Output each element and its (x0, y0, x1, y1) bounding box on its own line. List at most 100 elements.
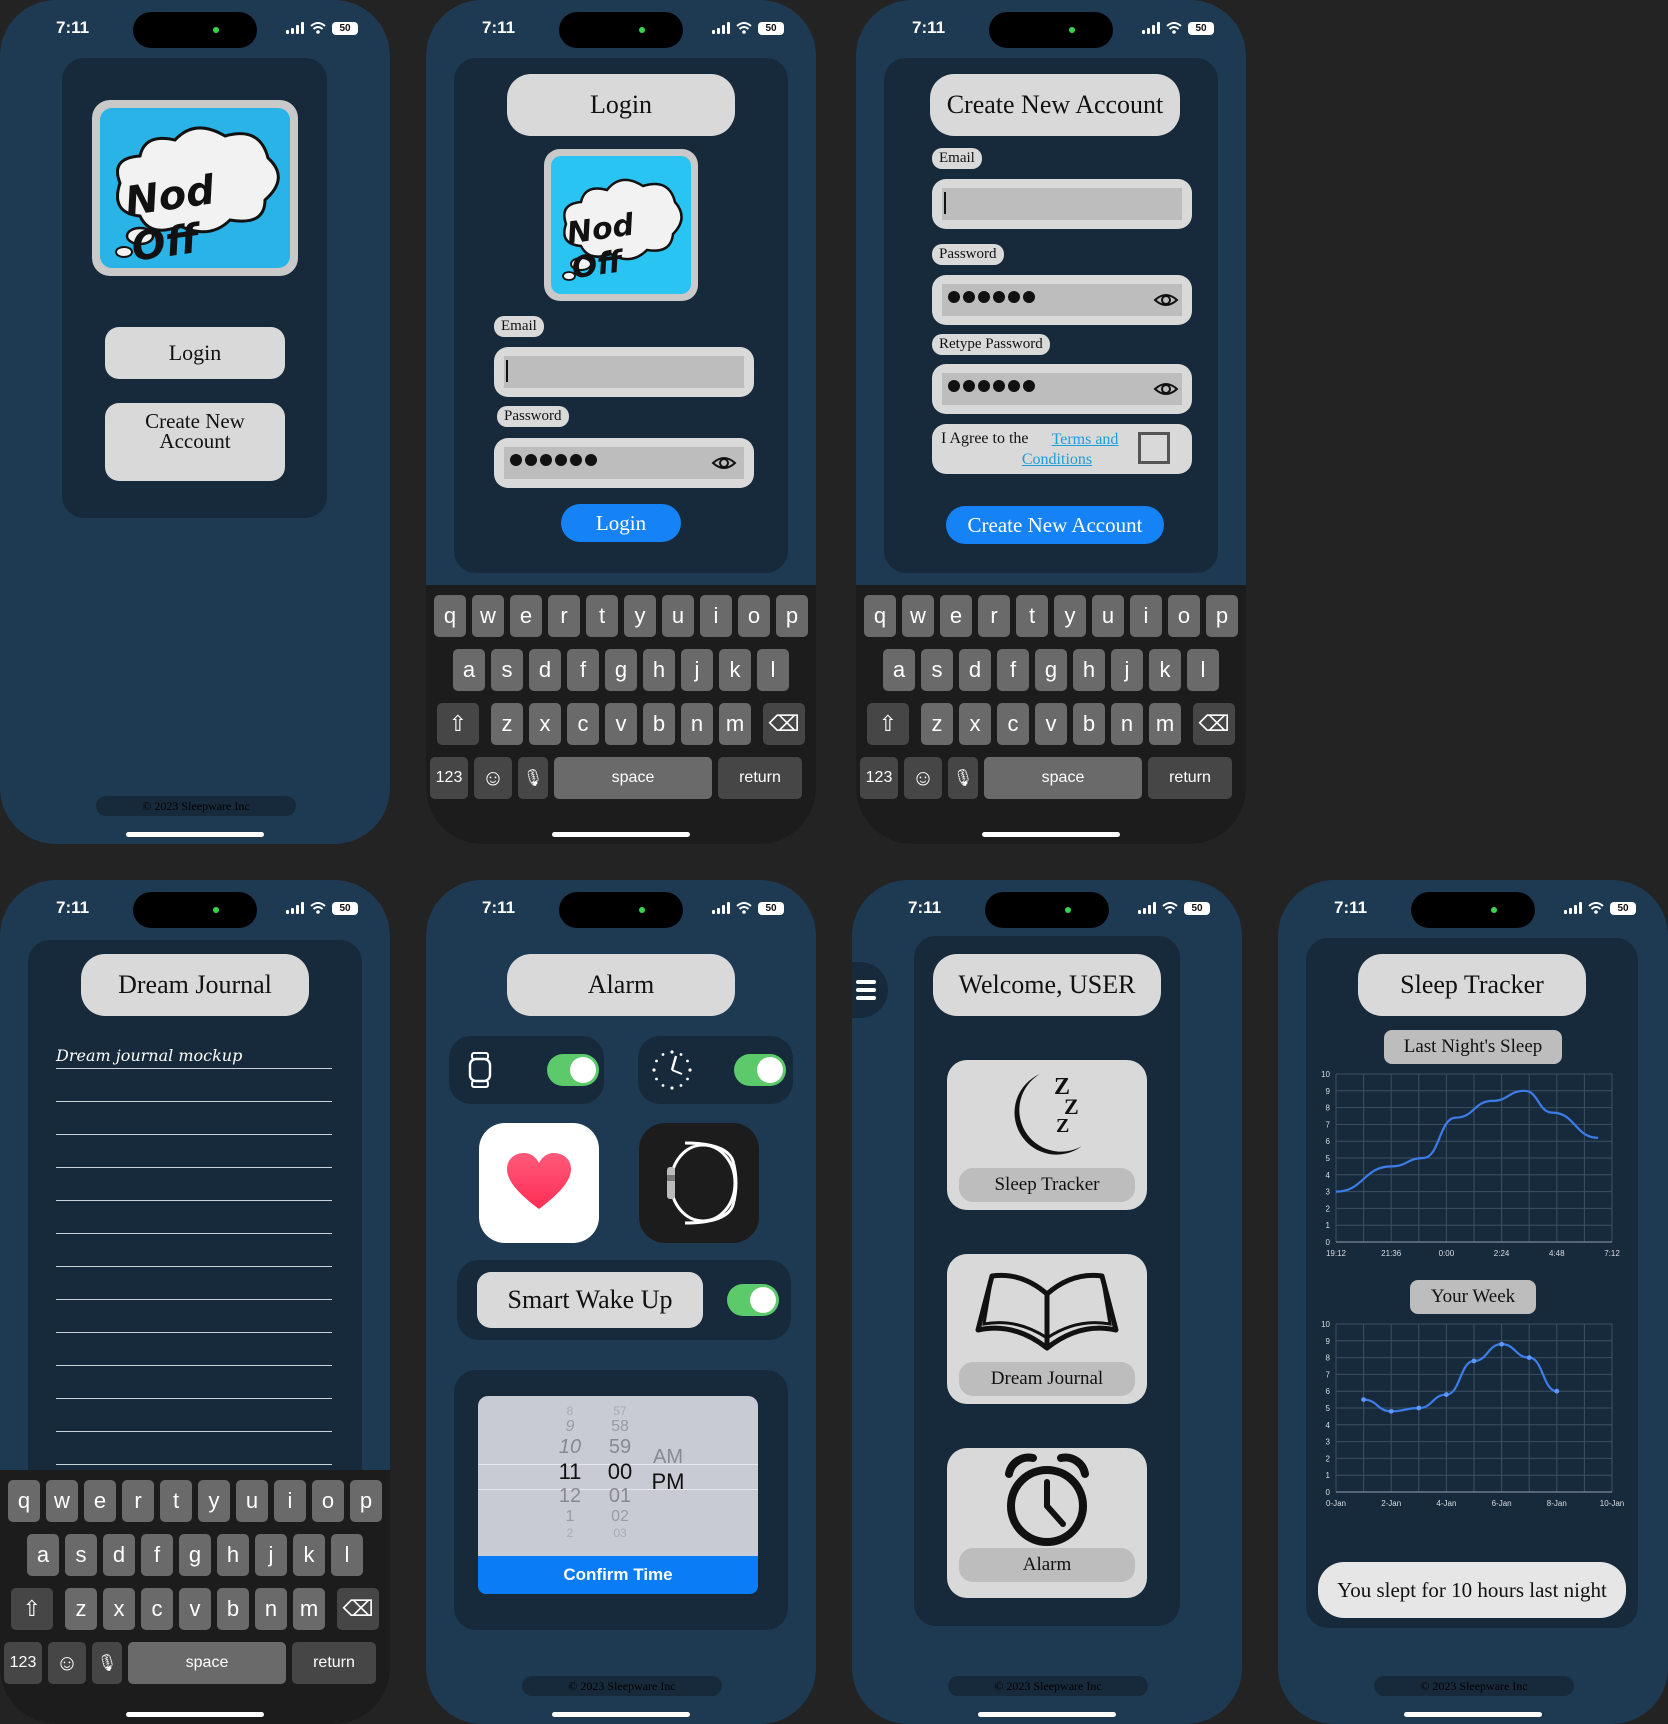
key-r[interactable]: r (122, 1480, 154, 1522)
microphone-key-icon[interactable]: 🎙 (518, 757, 548, 799)
key-w[interactable]: w (46, 1480, 78, 1522)
key-e[interactable]: e (84, 1480, 116, 1522)
key-t[interactable]: t (1016, 595, 1048, 637)
home-indicator[interactable] (1404, 1712, 1542, 1717)
alarm-tile[interactable]: Alarm (947, 1448, 1147, 1598)
key-v[interactable]: v (605, 703, 637, 745)
key-x[interactable]: x (959, 703, 991, 745)
email-field[interactable] (494, 347, 754, 397)
key-t[interactable]: t (160, 1480, 192, 1522)
sleep-tracker-tile[interactable]: ZZZ Sleep Tracker (947, 1060, 1147, 1210)
dream-journal-tile[interactable]: Dream Journal (947, 1254, 1147, 1404)
backspace-key-icon[interactable]: ⌫ (337, 1588, 379, 1630)
home-indicator[interactable] (126, 832, 264, 837)
key-r[interactable]: r (548, 595, 580, 637)
eye-icon[interactable] (710, 449, 738, 477)
key-l[interactable]: l (331, 1534, 363, 1576)
key-b[interactable]: b (1073, 703, 1105, 745)
confirm-time-button[interactable]: Confirm Time (478, 1556, 758, 1594)
smart-wake-toggle[interactable] (727, 1284, 779, 1316)
key-g[interactable]: g (1035, 649, 1067, 691)
home-indicator[interactable] (552, 1712, 690, 1717)
key-f[interactable]: f (997, 649, 1029, 691)
key-u[interactable]: u (1092, 595, 1124, 637)
key-i[interactable]: i (1130, 595, 1162, 637)
key-k[interactable]: k (293, 1534, 325, 1576)
key-a[interactable]: a (27, 1534, 59, 1576)
key-x[interactable]: x (103, 1588, 135, 1630)
backspace-key-icon[interactable]: ⌫ (763, 703, 805, 745)
key-f[interactable]: f (141, 1534, 173, 1576)
return-key[interactable]: return (1148, 757, 1232, 799)
key-e[interactable]: e (940, 595, 972, 637)
shift-key-icon[interactable]: ⇧ (11, 1588, 53, 1630)
emoji-key-icon[interactable]: ☺ (474, 757, 512, 799)
key-p[interactable]: p (1206, 595, 1238, 637)
time-picker[interactable]: 8 9 10 11 12 1 2 57 58 59 00 01 02 03 AM… (478, 1396, 758, 1556)
key-j[interactable]: j (255, 1534, 287, 1576)
key-b[interactable]: b (643, 703, 675, 745)
shift-key-icon[interactable]: ⇧ (867, 703, 909, 745)
key-h[interactable]: h (643, 649, 675, 691)
key-k[interactable]: k (719, 649, 751, 691)
key-v[interactable]: v (1035, 703, 1067, 745)
key-u[interactable]: u (662, 595, 694, 637)
key-x[interactable]: x (529, 703, 561, 745)
key-i[interactable]: i (274, 1480, 306, 1522)
key-q[interactable]: q (434, 595, 466, 637)
home-indicator[interactable] (126, 1712, 264, 1717)
key-g[interactable]: g (605, 649, 637, 691)
key-q[interactable]: q (8, 1480, 40, 1522)
key-n[interactable]: n (681, 703, 713, 745)
key-z[interactable]: z (921, 703, 953, 745)
key-m[interactable]: m (719, 703, 751, 745)
key-c[interactable]: c (567, 703, 599, 745)
clock-toggle[interactable] (734, 1054, 786, 1086)
login-submit-button[interactable]: Login (561, 504, 681, 542)
key-g[interactable]: g (179, 1534, 211, 1576)
numbers-key[interactable]: 123 (4, 1642, 42, 1684)
key-v[interactable]: v (179, 1588, 211, 1630)
key-y[interactable]: y (624, 595, 656, 637)
backspace-key-icon[interactable]: ⌫ (1193, 703, 1235, 745)
key-s[interactable]: s (65, 1534, 97, 1576)
menu-icon[interactable] (852, 962, 888, 1018)
key-h[interactable]: h (1073, 649, 1105, 691)
key-n[interactable]: n (1111, 703, 1143, 745)
key-d[interactable]: d (959, 649, 991, 691)
key-b[interactable]: b (217, 1588, 249, 1630)
key-a[interactable]: a (453, 649, 485, 691)
microphone-key-icon[interactable]: 🎙 (948, 757, 978, 799)
key-u[interactable]: u (236, 1480, 268, 1522)
key-y[interactable]: y (1054, 595, 1086, 637)
hour-column[interactable]: 8 9 10 11 12 1 2 (550, 1404, 590, 1540)
key-h[interactable]: h (217, 1534, 249, 1576)
key-m[interactable]: m (293, 1588, 325, 1630)
eye-icon[interactable] (1152, 286, 1180, 314)
key-c[interactable]: c (997, 703, 1029, 745)
create-account-submit-button[interactable]: Create New Account (946, 506, 1164, 544)
key-l[interactable]: l (1187, 649, 1219, 691)
key-w[interactable]: w (472, 595, 504, 637)
key-j[interactable]: j (1111, 649, 1143, 691)
key-t[interactable]: t (586, 595, 618, 637)
space-key[interactable]: space (128, 1642, 286, 1684)
key-a[interactable]: a (883, 649, 915, 691)
emoji-key-icon[interactable]: ☺ (904, 757, 942, 799)
emoji-key-icon[interactable]: ☺ (48, 1642, 86, 1684)
key-j[interactable]: j (681, 649, 713, 691)
key-c[interactable]: c (141, 1588, 173, 1630)
key-o[interactable]: o (1168, 595, 1200, 637)
key-e[interactable]: e (510, 595, 542, 637)
key-s[interactable]: s (921, 649, 953, 691)
watch-toggle[interactable] (547, 1054, 599, 1086)
key-k[interactable]: k (1149, 649, 1181, 691)
home-indicator[interactable] (552, 832, 690, 837)
key-z[interactable]: z (491, 703, 523, 745)
return-key[interactable]: return (292, 1642, 376, 1684)
key-l[interactable]: l (757, 649, 789, 691)
key-m[interactable]: m (1149, 703, 1181, 745)
microphone-key-icon[interactable]: 🎙 (92, 1642, 122, 1684)
numbers-key[interactable]: 123 (430, 757, 468, 799)
key-f[interactable]: f (567, 649, 599, 691)
